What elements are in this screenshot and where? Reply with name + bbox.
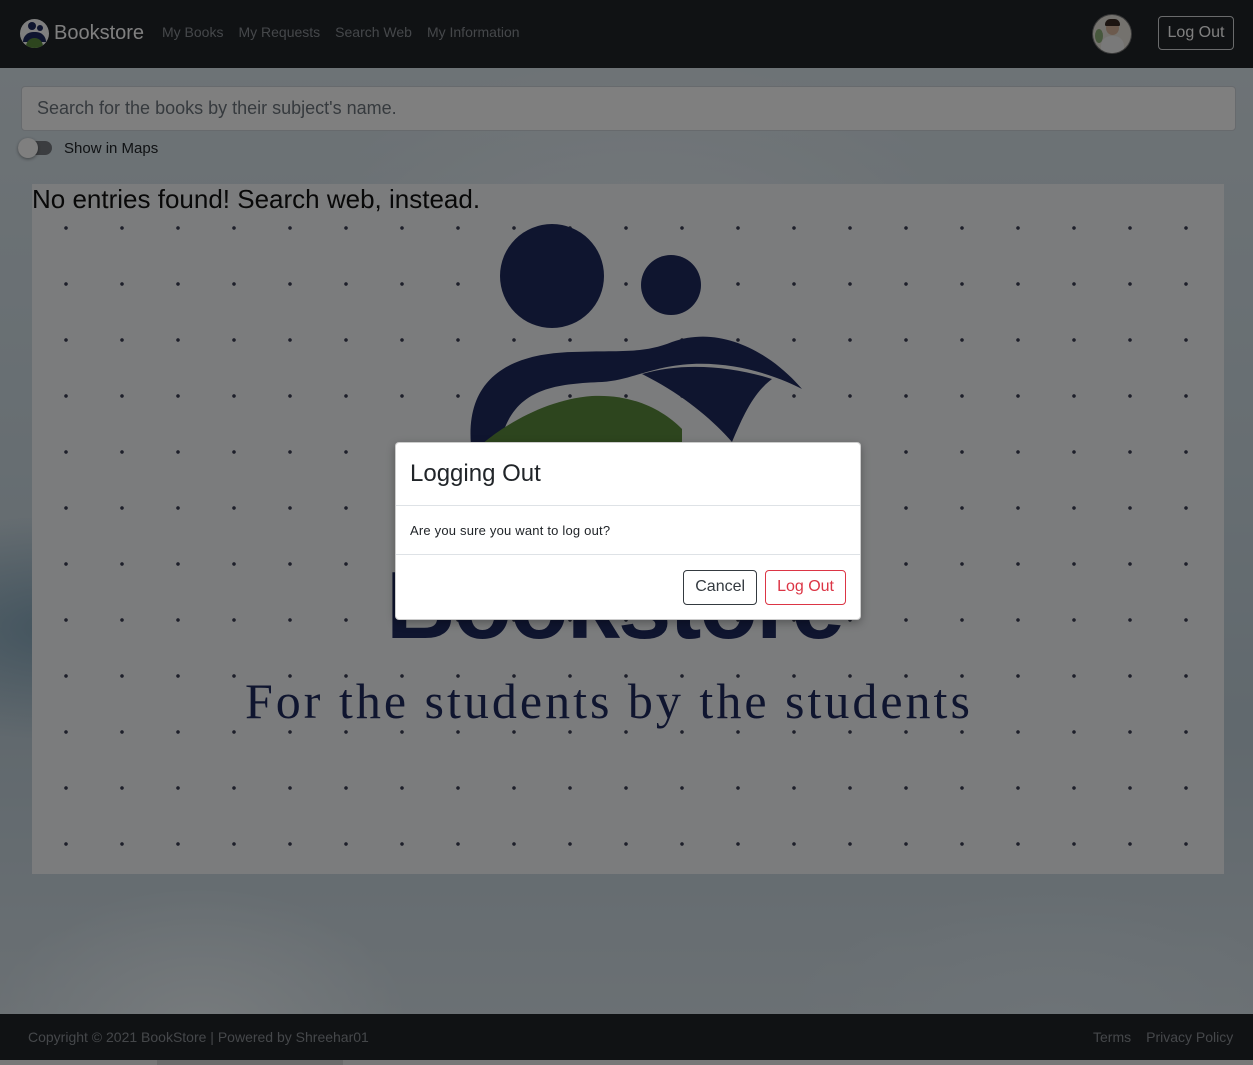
modal-header: Logging Out: [396, 443, 860, 506]
logout-modal: Logging Out Are you sure you want to log…: [395, 442, 861, 620]
confirm-logout-button[interactable]: Log Out: [765, 569, 846, 605]
modal-title: Logging Out: [410, 460, 541, 487]
modal-footer: Cancel Log Out: [396, 555, 860, 619]
modal-message: Are you sure you want to log out?: [410, 522, 611, 538]
modal-body: Are you sure you want to log out?: [396, 506, 860, 555]
cancel-button[interactable]: Cancel: [683, 569, 758, 605]
